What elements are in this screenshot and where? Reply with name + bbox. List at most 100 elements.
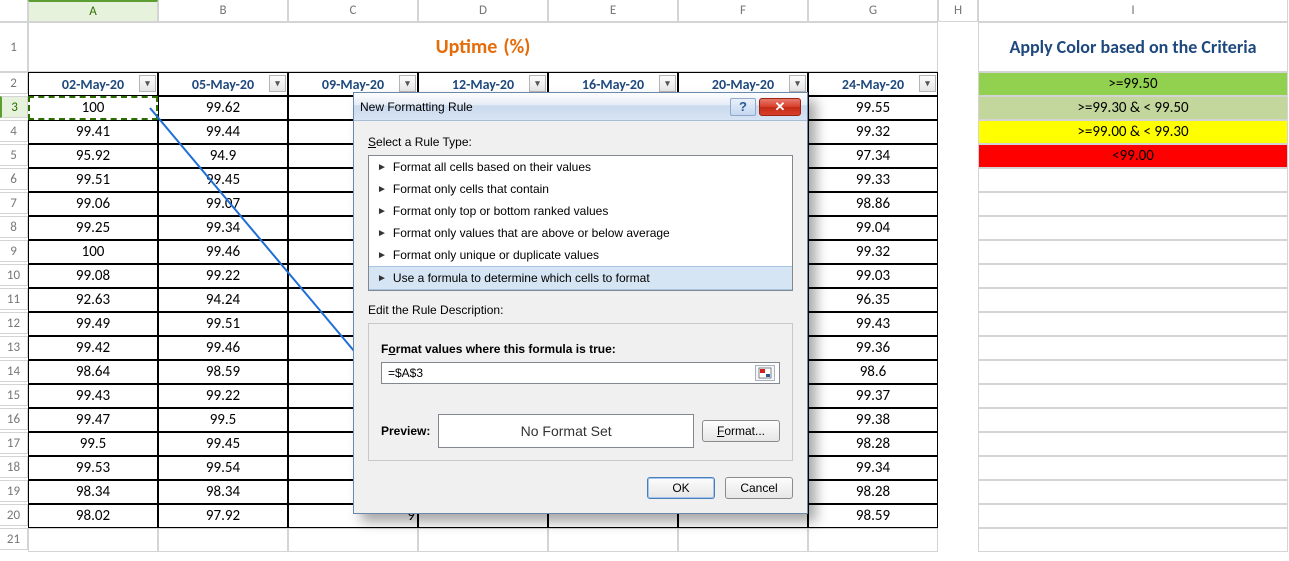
col-header-D[interactable]: D: [418, 0, 548, 22]
cell-I15[interactable]: [978, 384, 1288, 408]
cell-I12[interactable]: [978, 312, 1288, 336]
cell-I20[interactable]: [978, 504, 1288, 528]
row-header-14[interactable]: 14: [0, 360, 28, 382]
data-cell[interactable]: 100: [28, 96, 158, 120]
autofilter-icon[interactable]: ▾: [269, 75, 286, 92]
date-header[interactable]: 02-May-20▾: [28, 72, 158, 96]
data-cell[interactable]: 99.07: [158, 192, 288, 216]
cell[interactable]: [548, 528, 678, 552]
dialog-titlebar[interactable]: New Formatting Rule ? ✕: [354, 93, 807, 121]
data-cell[interactable]: 94.9: [158, 144, 288, 168]
data-cell[interactable]: 98.64: [28, 360, 158, 384]
rule-type-item[interactable]: ►Format only values that are above or be…: [369, 222, 792, 244]
cell-H16[interactable]: [938, 408, 978, 432]
cell-H18[interactable]: [938, 456, 978, 480]
data-cell[interactable]: 99.42: [28, 336, 158, 360]
cell-I10[interactable]: [978, 264, 1288, 288]
help-button[interactable]: ?: [730, 98, 756, 116]
rule-type-item[interactable]: ►Use a formula to determine which cells …: [369, 266, 792, 290]
data-cell[interactable]: 99.5: [158, 408, 288, 432]
cell-H17[interactable]: [938, 432, 978, 456]
cell[interactable]: [288, 528, 418, 552]
data-cell[interactable]: 97.34: [808, 144, 938, 168]
cell-I17[interactable]: [978, 432, 1288, 456]
data-cell[interactable]: 100: [28, 240, 158, 264]
cell-H2[interactable]: [938, 72, 978, 96]
cell-I7[interactable]: [978, 192, 1288, 216]
date-header[interactable]: 24-May-20▾: [808, 72, 938, 96]
data-cell[interactable]: 98.34: [28, 480, 158, 504]
row-header-12[interactable]: 12: [0, 312, 28, 334]
data-cell[interactable]: 99.54: [158, 456, 288, 480]
cell-I9[interactable]: [978, 240, 1288, 264]
data-cell[interactable]: 99.41: [28, 120, 158, 144]
formula-input[interactable]: [386, 365, 755, 381]
row-header-5[interactable]: 5: [0, 144, 28, 166]
col-header-H[interactable]: H: [938, 0, 978, 22]
cell-I13[interactable]: [978, 336, 1288, 360]
data-cell[interactable]: 98.28: [808, 432, 938, 456]
data-cell[interactable]: 98.59: [158, 360, 288, 384]
row-header-8[interactable]: 8: [0, 216, 28, 238]
row-header-18[interactable]: 18: [0, 456, 28, 478]
data-cell[interactable]: 99.46: [158, 240, 288, 264]
data-cell[interactable]: 99.25: [28, 216, 158, 240]
select-all-corner[interactable]: [0, 0, 28, 22]
cell-I14[interactable]: [978, 360, 1288, 384]
cell-H14[interactable]: [938, 360, 978, 384]
data-cell[interactable]: 99.45: [158, 432, 288, 456]
data-cell[interactable]: 99.32: [808, 120, 938, 144]
data-cell[interactable]: 99.22: [158, 264, 288, 288]
cell-H5[interactable]: [938, 144, 978, 168]
data-cell[interactable]: 98.59: [808, 504, 938, 528]
date-header[interactable]: 05-May-20▾: [158, 72, 288, 96]
autofilter-icon[interactable]: ▾: [139, 75, 156, 92]
cell-H19[interactable]: [938, 480, 978, 504]
cell-H7[interactable]: [938, 192, 978, 216]
data-cell[interactable]: 99.51: [28, 168, 158, 192]
data-cell[interactable]: 99.37: [808, 384, 938, 408]
row-header-6[interactable]: 6: [0, 168, 28, 190]
row-header-7[interactable]: 7: [0, 192, 28, 214]
data-cell[interactable]: 99.38: [808, 408, 938, 432]
cell-I18[interactable]: [978, 456, 1288, 480]
autofilter-icon[interactable]: ▾: [399, 75, 416, 92]
cell[interactable]: [158, 528, 288, 552]
data-cell[interactable]: 94.24: [158, 288, 288, 312]
data-cell[interactable]: 96.35: [808, 288, 938, 312]
col-header-F[interactable]: F: [678, 0, 808, 22]
data-cell[interactable]: 97.92: [158, 504, 288, 528]
cell-H12[interactable]: [938, 312, 978, 336]
cell[interactable]: [28, 528, 158, 552]
data-cell[interactable]: 99.34: [158, 216, 288, 240]
col-header-B[interactable]: B: [158, 0, 288, 22]
data-cell[interactable]: 95.92: [28, 144, 158, 168]
cell-H13[interactable]: [938, 336, 978, 360]
autofilter-icon[interactable]: ▾: [659, 75, 676, 92]
row-header-20[interactable]: 20: [0, 504, 28, 526]
cancel-button[interactable]: Cancel: [725, 477, 793, 499]
cell-H10[interactable]: [938, 264, 978, 288]
col-header-G[interactable]: G: [808, 0, 938, 22]
rule-type-item[interactable]: ►Format all cells based on their values: [369, 156, 792, 178]
cell-H6[interactable]: [938, 168, 978, 192]
row-header-15[interactable]: 15: [0, 384, 28, 406]
autofilter-icon[interactable]: ▾: [529, 75, 546, 92]
data-cell[interactable]: 99.47: [28, 408, 158, 432]
rule-type-item[interactable]: ►Format only top or bottom ranked values: [369, 200, 792, 222]
row-header-21[interactable]: 21: [0, 528, 28, 550]
data-cell[interactable]: 99.34: [808, 456, 938, 480]
rule-type-list[interactable]: ►Format all cells based on their values►…: [368, 155, 793, 291]
data-cell[interactable]: 99.49: [28, 312, 158, 336]
row-header-4[interactable]: 4: [0, 120, 28, 142]
autofilter-icon[interactable]: ▾: [789, 75, 806, 92]
row-header-13[interactable]: 13: [0, 336, 28, 358]
data-cell[interactable]: 99.53: [28, 456, 158, 480]
data-cell[interactable]: 99.44: [158, 120, 288, 144]
col-header-A[interactable]: A: [28, 0, 158, 22]
data-cell[interactable]: 98.86: [808, 192, 938, 216]
rule-type-item[interactable]: ►Format only cells that contain: [369, 178, 792, 200]
ok-button[interactable]: OK: [647, 477, 715, 499]
data-cell[interactable]: 99.45: [158, 168, 288, 192]
data-cell[interactable]: 99.04: [808, 216, 938, 240]
